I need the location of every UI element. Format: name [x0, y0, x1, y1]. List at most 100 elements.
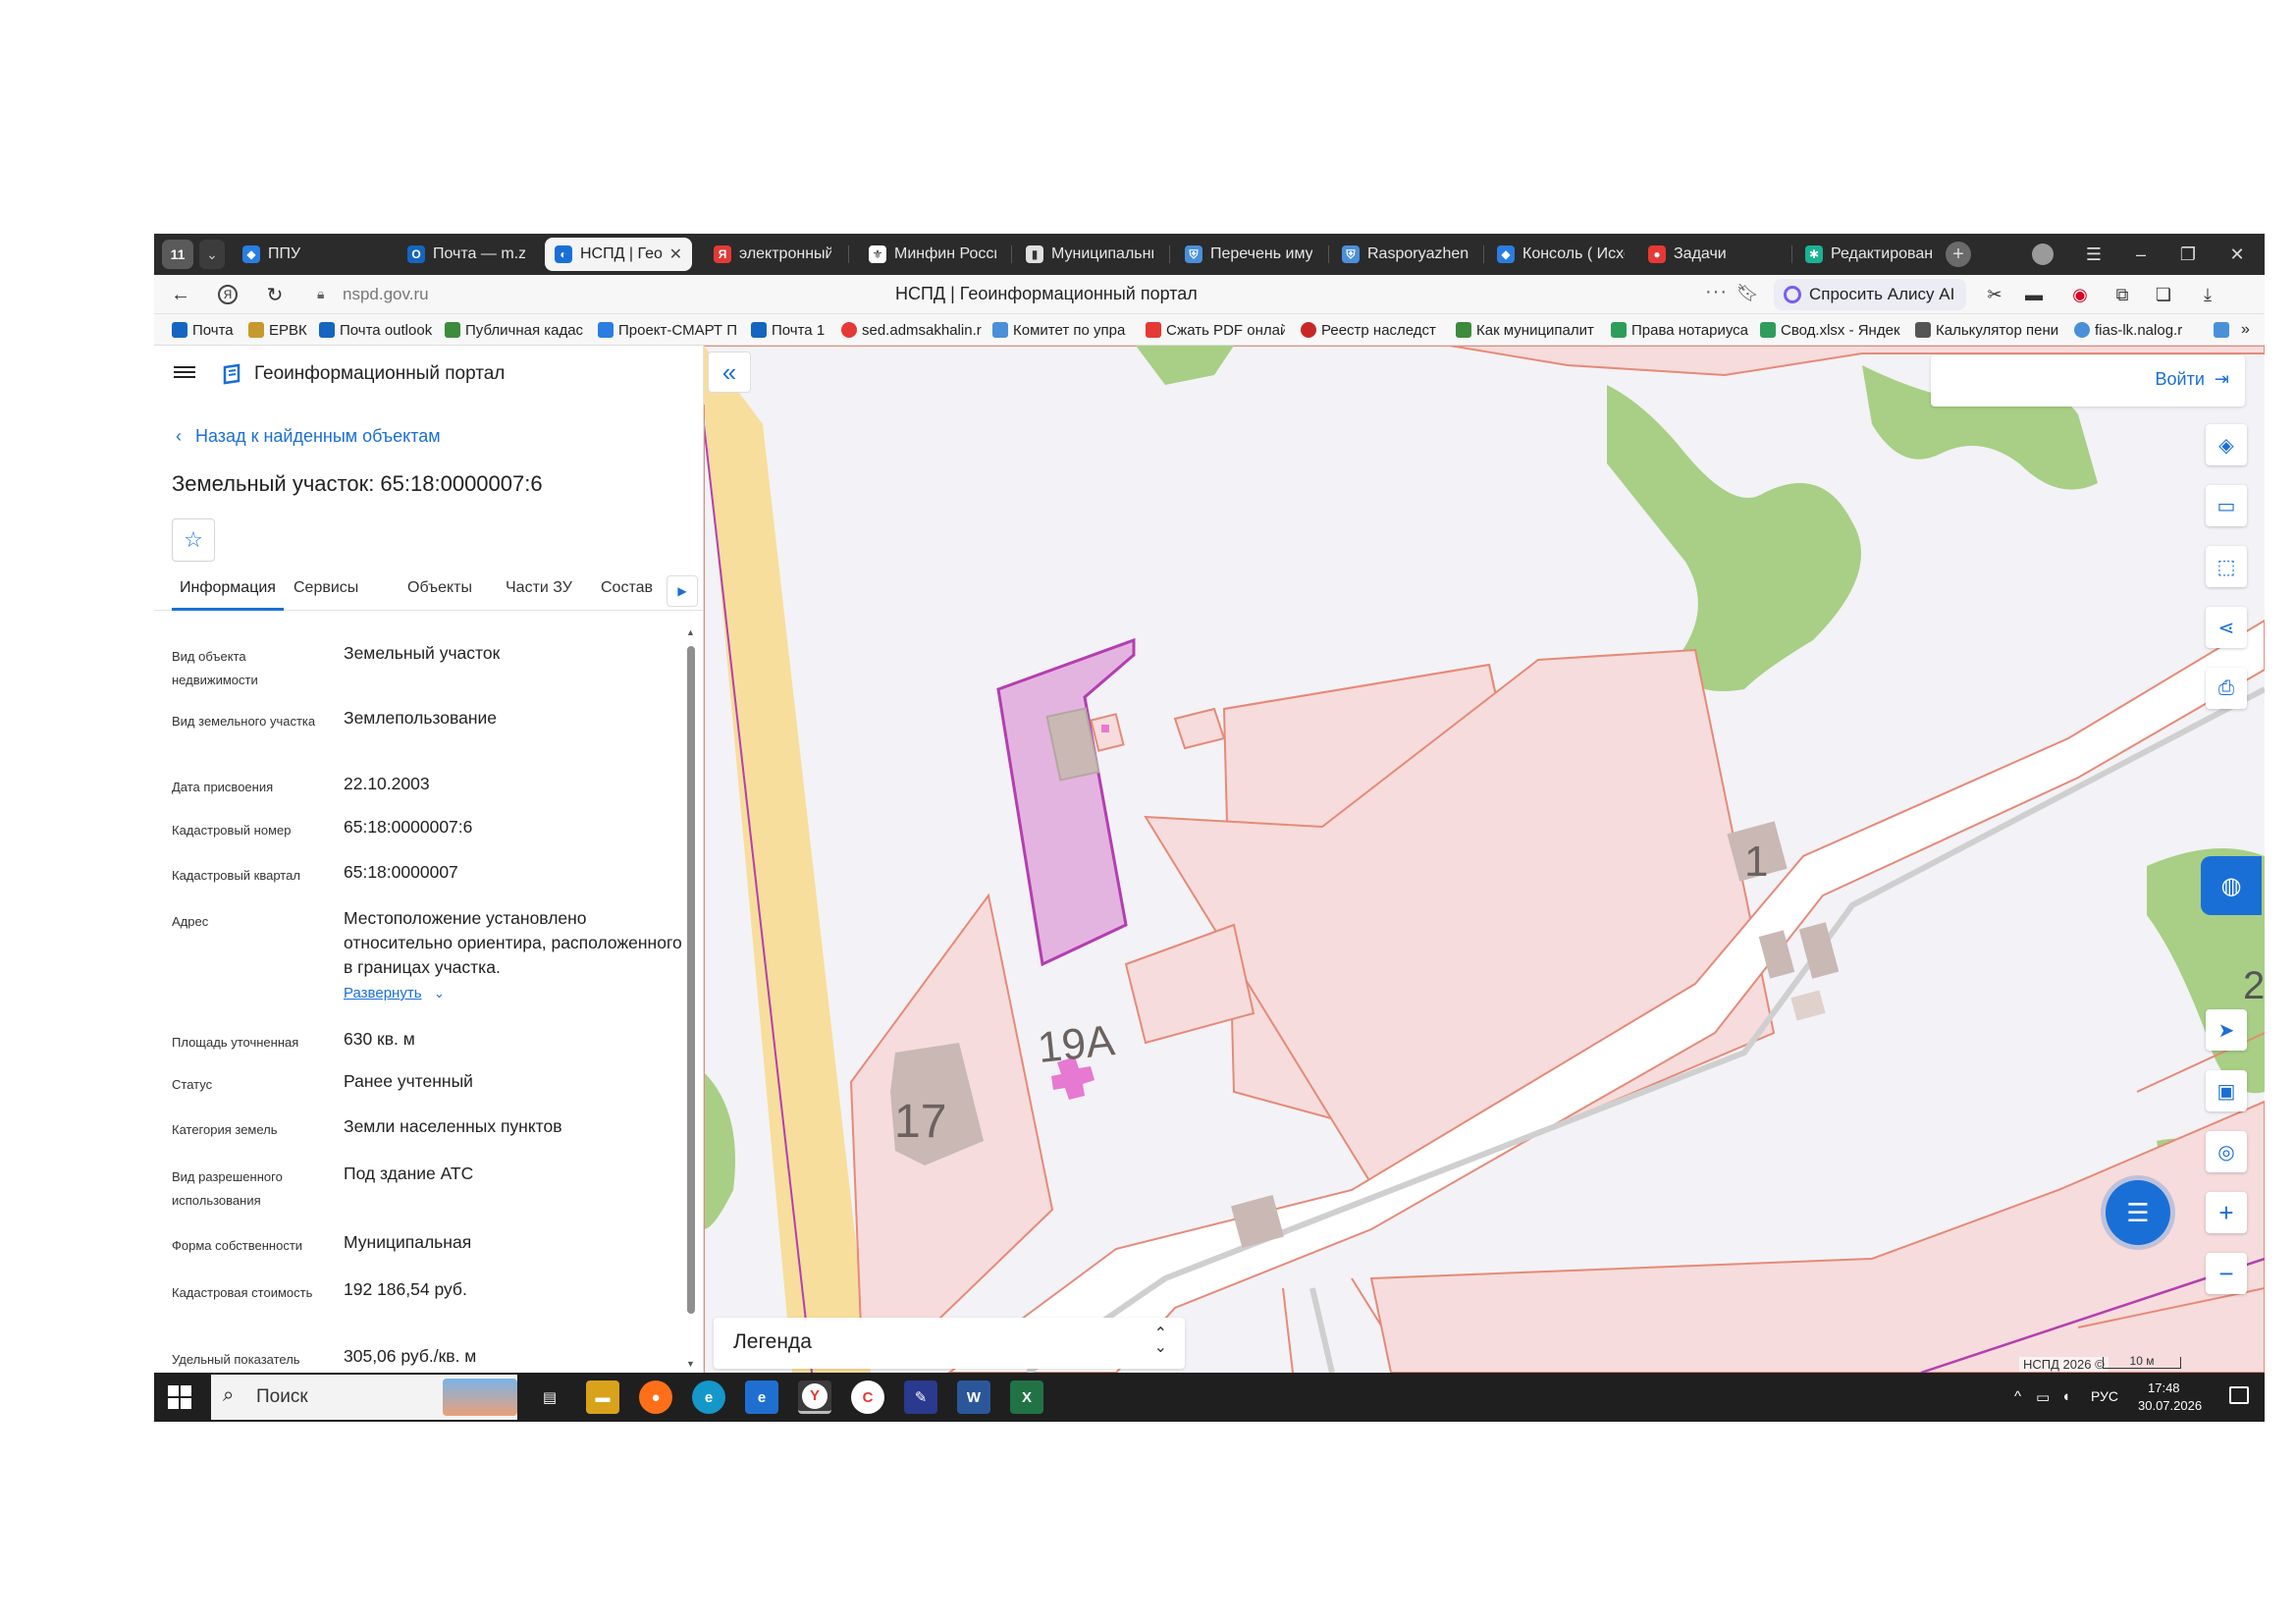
- scroll-up-arrow[interactable]: ▲: [686, 627, 695, 637]
- tabs-next-button[interactable]: ▶: [667, 575, 698, 607]
- bookmark-item[interactable]: sed.admsakhalin.r: [841, 320, 985, 340]
- back-button[interactable]: ←: [164, 279, 197, 310]
- more-bookmarks-icon[interactable]: »: [2241, 320, 2261, 340]
- extension-hat-icon[interactable]: ▬: [2022, 283, 2046, 306]
- language-indicator[interactable]: РУС: [2091, 1388, 2118, 1404]
- close-window-button[interactable]: ✕: [2214, 234, 2261, 275]
- yandex-home-button[interactable]: Я: [211, 279, 244, 310]
- ask-alice-button[interactable]: Спросить Алису AI: [1774, 279, 1967, 310]
- tab-editing[interactable]: ✱ Редактирование: [1795, 238, 1943, 271]
- profile-button[interactable]: [2019, 234, 2066, 275]
- download-icon[interactable]: ⤓: [2196, 283, 2219, 306]
- bookmark-item[interactable]: Публичная кадас: [445, 320, 584, 340]
- internet-explorer-icon[interactable]: e: [745, 1380, 778, 1414]
- bookmark-item[interactable]: fias-lk.nalog.r: [2074, 320, 2208, 340]
- bookmark-item[interactable]: Почта outlook: [319, 320, 439, 340]
- tab-minfin[interactable]: ⚜ Минфин Росси: [859, 238, 1006, 271]
- tab-tasks[interactable]: ● Задачи: [1638, 238, 1795, 271]
- tab-mail[interactable]: O Почта — m.zhi: [398, 238, 535, 271]
- bookmark-item[interactable]: Комитет по упра: [992, 320, 1138, 340]
- expand-collapse-icon[interactable]: ⌃ ⌄: [1154, 1326, 1167, 1356]
- select-area-button[interactable]: ⬚: [2206, 546, 2247, 587]
- tab-composition[interactable]: Состав: [601, 579, 653, 611]
- tab-information[interactable]: Информация: [172, 579, 284, 611]
- layers-button[interactable]: ◈: [2206, 424, 2247, 465]
- tab-ppu[interactable]: ◆ ППУ: [233, 238, 358, 271]
- tab-console[interactable]: ◆ Консоль ( Исхо: [1487, 238, 1634, 271]
- favorite-button[interactable]: ☆: [172, 518, 215, 562]
- notifications-icon[interactable]: [2229, 1386, 2249, 1404]
- extension-tools-icon[interactable]: ✂: [1983, 283, 2006, 306]
- tab-services[interactable]: Сервисы: [294, 579, 358, 611]
- tab-electronic[interactable]: Я электронный б: [704, 238, 841, 271]
- collapse-panel-button[interactable]: «: [708, 352, 751, 393]
- tab-objects[interactable]: Объекты: [407, 579, 472, 611]
- bookmark-item[interactable]: Проект-СМАРТ П: [598, 320, 737, 340]
- minimap-button[interactable]: ▣: [2206, 1070, 2247, 1111]
- zoom-in-button[interactable]: +: [2206, 1192, 2247, 1233]
- bookmark-item[interactable]: Почта: [172, 320, 240, 340]
- reload-button[interactable]: ↻: [258, 279, 292, 310]
- share-button[interactable]: ⋖: [2206, 607, 2247, 648]
- bookmark-item[interactable]: Сжать PDF онлай: [1146, 320, 1285, 340]
- excel-icon[interactable]: X: [1010, 1380, 1043, 1414]
- close-tab-icon[interactable]: ✕: [669, 244, 682, 264]
- task-view-icon[interactable]: ▤: [533, 1380, 566, 1414]
- url-field[interactable]: nspd.gov.ru: [343, 285, 429, 304]
- file-explorer-icon[interactable]: ▬: [586, 1380, 619, 1414]
- tab-rasporyazhenie[interactable]: ⛨ Rasporyazhenie: [1332, 238, 1479, 271]
- windows-start-icon[interactable]: [168, 1385, 191, 1409]
- word-icon[interactable]: W: [957, 1380, 990, 1414]
- bookmark-item[interactable]: Калькулятор пени: [1915, 320, 2070, 340]
- collections-icon[interactable]: ❏: [2152, 283, 2175, 306]
- scroll-down-arrow[interactable]: ▼: [686, 1359, 695, 1369]
- locate-button[interactable]: ➤: [2206, 1009, 2247, 1051]
- assistant-button[interactable]: ◍: [2201, 856, 2262, 915]
- legend-panel[interactable]: Легенда ⌃ ⌄: [714, 1318, 1185, 1369]
- clock-time[interactable]: 17:48: [2148, 1380, 2180, 1395]
- volume-icon[interactable]: ◖: [2061, 1388, 2070, 1405]
- yandex-browser-icon[interactable]: Y: [798, 1380, 831, 1414]
- chevron-up-icon[interactable]: ^: [2014, 1388, 2021, 1405]
- bookmark-item[interactable]: ЕРВК: [248, 320, 311, 340]
- puzzle-icon[interactable]: ⧉: [2110, 283, 2134, 306]
- more-icon[interactable]: ···: [1705, 281, 1728, 303]
- measure-button[interactable]: ▭: [2206, 485, 2247, 526]
- tab-perechen[interactable]: ⛨ Перечень иму: [1175, 238, 1322, 271]
- tab-nspd-active[interactable]: ◐ НСПД | Геои ✕: [545, 238, 692, 271]
- workspace-badge[interactable]: 11: [162, 240, 193, 269]
- zoom-out-button[interactable]: −: [2206, 1253, 2247, 1294]
- menu-icon[interactable]: [174, 363, 195, 381]
- taskbar-search[interactable]: ⌕ Поиск: [211, 1375, 517, 1420]
- clock-date[interactable]: 30.07.2026: [2138, 1398, 2202, 1413]
- tab-parts[interactable]: Части ЗУ: [506, 579, 572, 611]
- scrollbar-thumb[interactable]: [687, 646, 695, 1314]
- bookmark-icon[interactable]: 🔖︎: [1736, 283, 1759, 303]
- bookmark-item[interactable]: Свод.xlsx - Яндек: [1760, 320, 1905, 340]
- app-c-icon[interactable]: C: [851, 1380, 884, 1414]
- bookmark-item[interactable]: Как муниципалит: [1456, 320, 1601, 340]
- back-to-results-link[interactable]: ‹ Назад к найденным объектам: [176, 426, 441, 447]
- chevron-down-icon[interactable]: ⌄: [199, 240, 225, 269]
- extension-target-icon[interactable]: ◉: [2068, 283, 2092, 306]
- restore-button[interactable]: ❐: [2164, 234, 2212, 275]
- map-view[interactable]: 2 17 19А 1 « Войти ⇥ ◈ ▭ ⬚ ⋖ ⎙ ◍ ➤ ▣ ◎ +…: [704, 346, 2265, 1373]
- chat-button[interactable]: ☰: [2106, 1180, 2170, 1245]
- bookmark-item[interactable]: [2214, 320, 2233, 340]
- network-icon[interactable]: ▭: [2036, 1388, 2050, 1406]
- notes-app-icon[interactable]: ✎: [904, 1380, 937, 1414]
- edge-icon[interactable]: e: [692, 1380, 725, 1414]
- geolocation-button[interactable]: ◎: [2206, 1131, 2247, 1172]
- expand-address-link[interactable]: Развернуть ⌄: [344, 985, 445, 1002]
- bookmark-item[interactable]: Права нотариуса: [1611, 320, 1750, 340]
- tab-municipal[interactable]: ▮ Муниципальны: [1016, 238, 1163, 271]
- bookmark-item[interactable]: Почта 1: [751, 320, 831, 340]
- new-tab-button[interactable]: +: [1939, 234, 1978, 275]
- print-button[interactable]: ⎙: [2206, 668, 2247, 709]
- tabs-menu-button[interactable]: ☰: [2070, 234, 2117, 275]
- firefox-icon[interactable]: ●: [639, 1380, 672, 1414]
- map-canvas[interactable]: 2 17 19А 1: [704, 346, 2265, 1373]
- bookmark-item[interactable]: Реестр наследст: [1301, 320, 1444, 340]
- login-button[interactable]: Войти ⇥: [2156, 369, 2229, 390]
- minimize-button[interactable]: –: [2117, 234, 2164, 275]
